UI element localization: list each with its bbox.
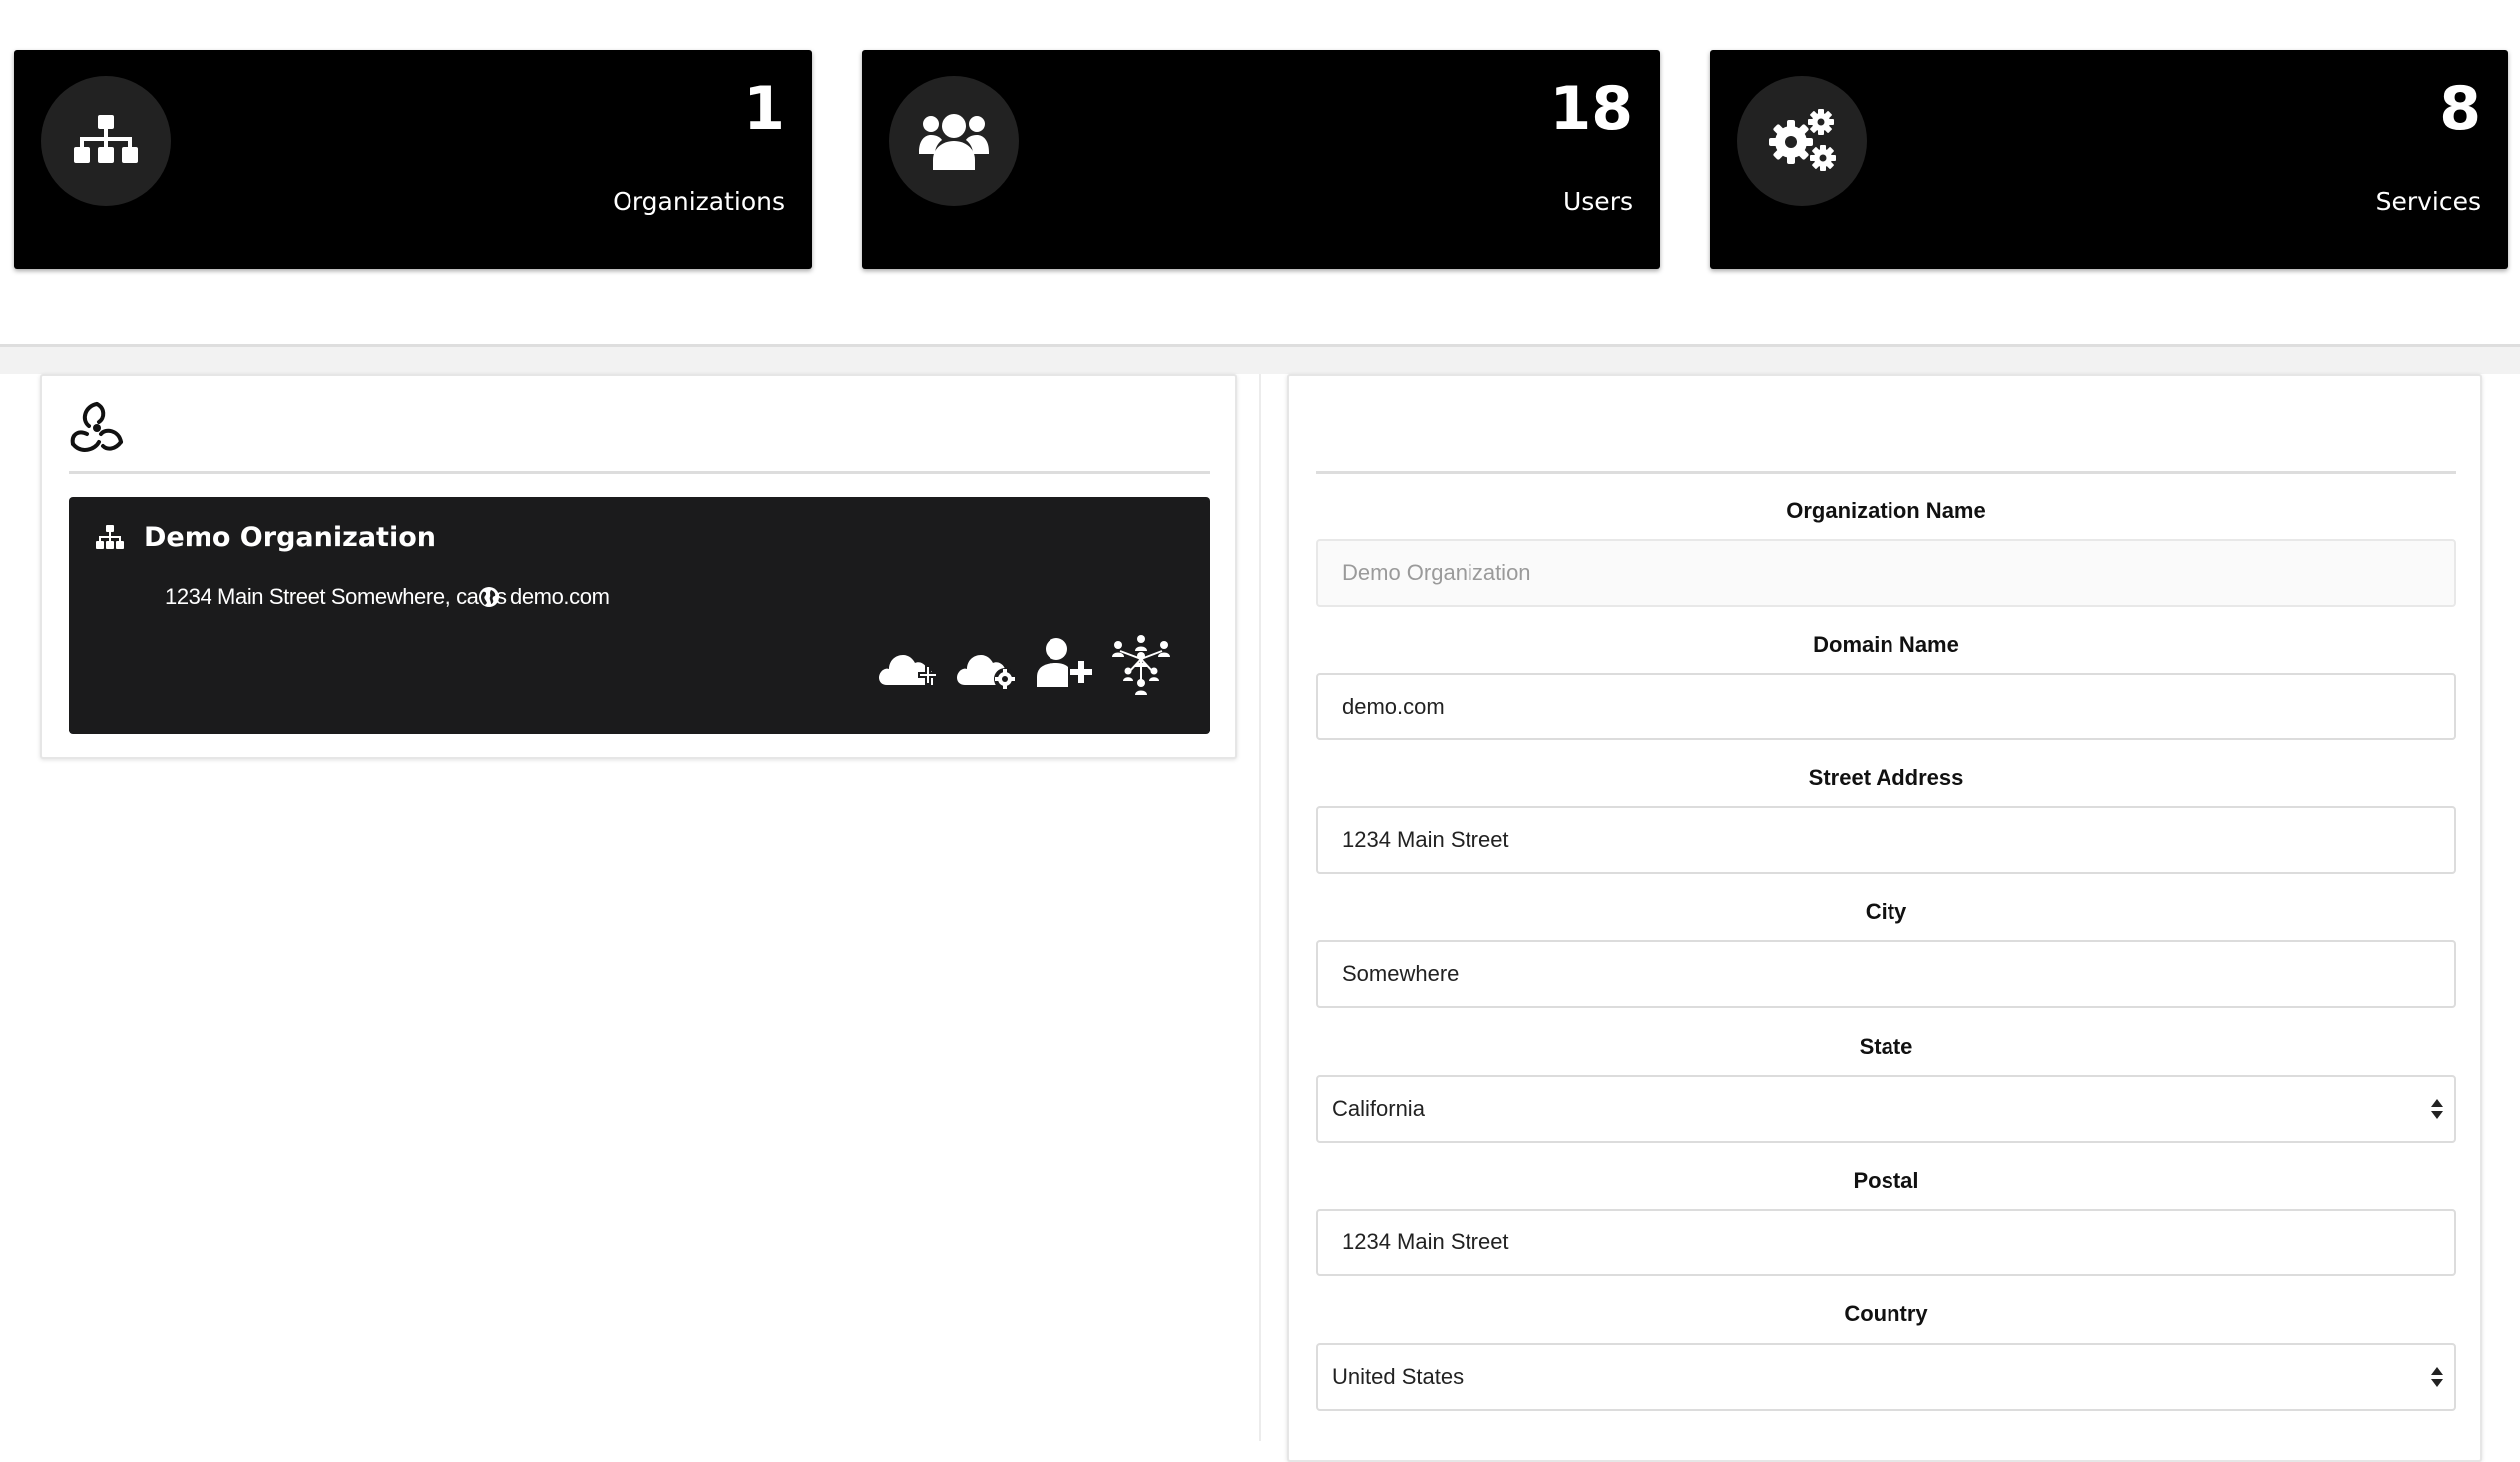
sitemap-icon	[41, 76, 171, 206]
country-select[interactable]: United States	[1316, 1343, 2456, 1411]
state-selected-value: California	[1332, 1096, 1425, 1121]
street-label: Street Address	[1808, 765, 1964, 790]
domain-label: Domain Name	[1813, 632, 1959, 657]
services-count: 8	[2439, 74, 2481, 144]
domain-field[interactable]	[1316, 673, 2456, 740]
organization-domain[interactable]: demo.com	[510, 577, 610, 617]
organizations-count: 1	[743, 74, 785, 144]
city-label: City	[1865, 899, 1907, 924]
stat-card-services[interactable]: 8 Services	[1710, 50, 2508, 269]
stat-card-organizations[interactable]: 1 Organizations	[14, 50, 812, 269]
stats-row: 1 Organizations 18 Users 8 Services	[0, 0, 2520, 344]
state-label: State	[1859, 1034, 1913, 1059]
users-label: Users	[1562, 187, 1633, 216]
country-selected-value: United States	[1332, 1364, 1465, 1389]
organization-name[interactable]: Demo Organization	[144, 515, 436, 561]
street-field[interactable]	[1316, 806, 2456, 874]
services-label: Services	[2375, 187, 2481, 216]
cloud-add-icon[interactable]	[875, 633, 941, 695]
select-arrows-icon	[2431, 1099, 2443, 1119]
gears-icon	[1737, 76, 1867, 206]
organization-card[interactable]: Demo Organization 1234 Main Street Somew…	[69, 497, 1210, 734]
panel-divider	[69, 471, 1210, 474]
organization-address: 1234 Main Street Somewhere, ca us	[165, 584, 507, 609]
select-arrows-icon	[2431, 1367, 2443, 1387]
users-count: 18	[1549, 74, 1634, 144]
country-label: Country	[1844, 1301, 1928, 1326]
postal-label: Postal	[1853, 1168, 1919, 1193]
organizations-label: Organizations	[613, 187, 785, 216]
section-divider	[0, 344, 2520, 374]
globe-icon	[479, 587, 499, 607]
organization-list-panel: Demo Organization 1234 Main Street Somew…	[40, 374, 1237, 759]
state-select[interactable]: California	[1316, 1075, 2456, 1143]
column-separator	[1259, 374, 1261, 1441]
org-name-field[interactable]	[1316, 539, 2456, 607]
organization-form-panel: Organization Name Domain Name Street Add…	[1287, 374, 2482, 1462]
organization-actions	[875, 633, 1174, 695]
postal-field[interactable]	[1316, 1209, 2456, 1276]
org-name-label: Organization Name	[1786, 498, 1986, 523]
triskele-logo-icon	[70, 402, 123, 452]
main-content: Demo Organization 1234 Main Street Somew…	[0, 374, 2520, 1462]
city-field[interactable]	[1316, 940, 2456, 1008]
user-add-icon[interactable]	[1031, 633, 1096, 695]
org-network-icon[interactable]	[1108, 633, 1174, 695]
users-icon	[889, 76, 1019, 206]
stat-card-users[interactable]: 18 Users	[862, 50, 1660, 269]
sitemap-icon	[96, 525, 124, 549]
panel-divider	[1316, 471, 2456, 474]
cloud-settings-icon[interactable]	[953, 633, 1019, 695]
